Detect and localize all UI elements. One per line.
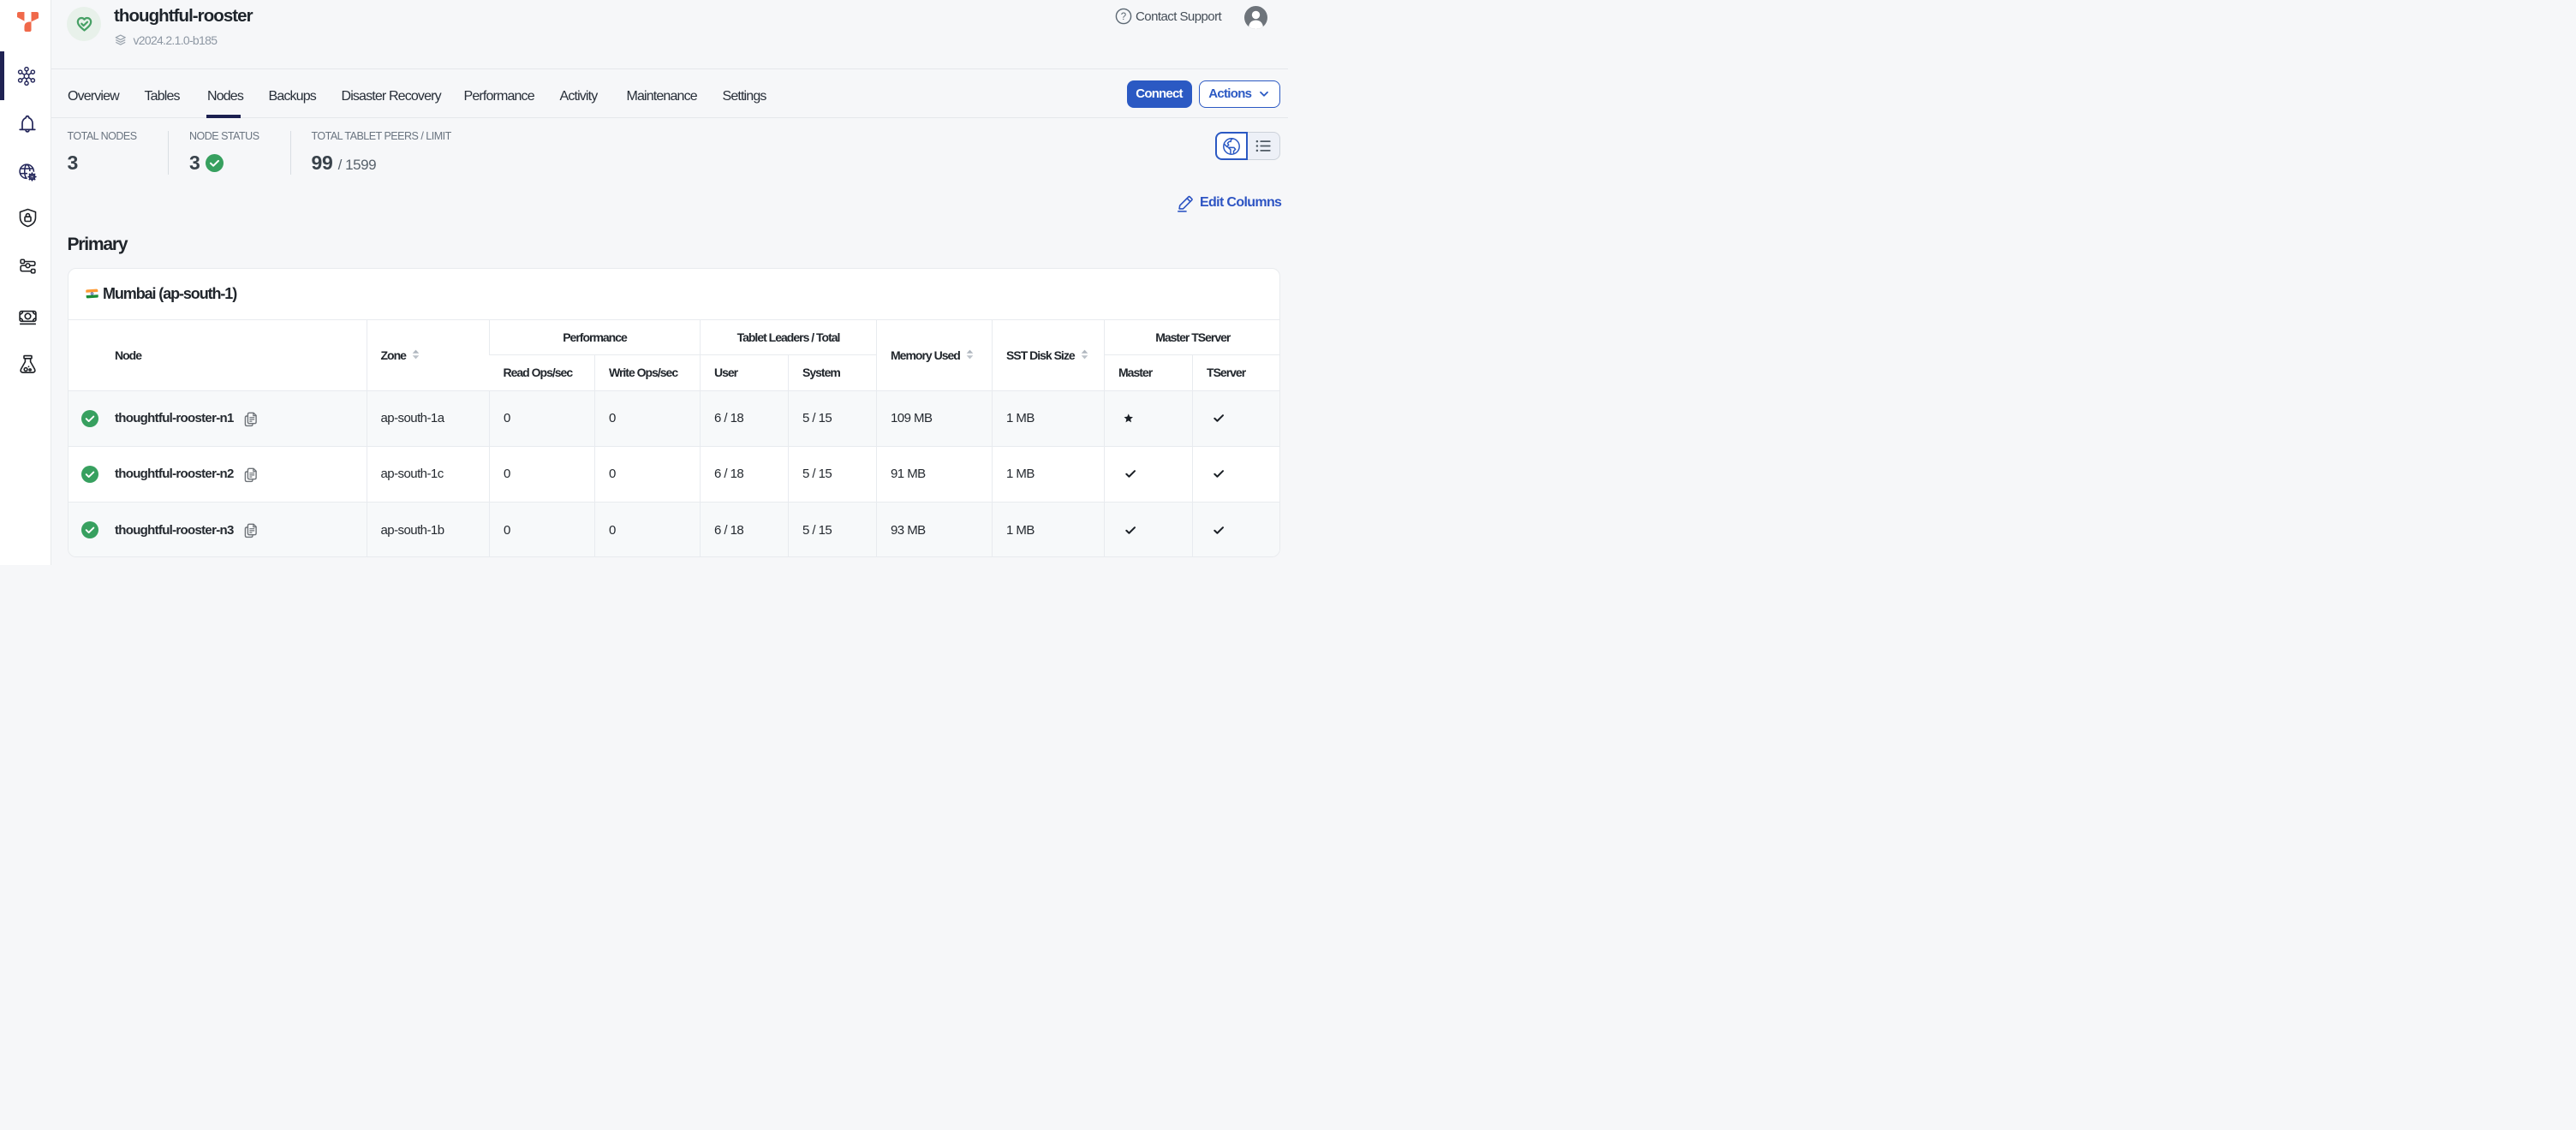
svg-text:?: ? xyxy=(1121,12,1126,22)
